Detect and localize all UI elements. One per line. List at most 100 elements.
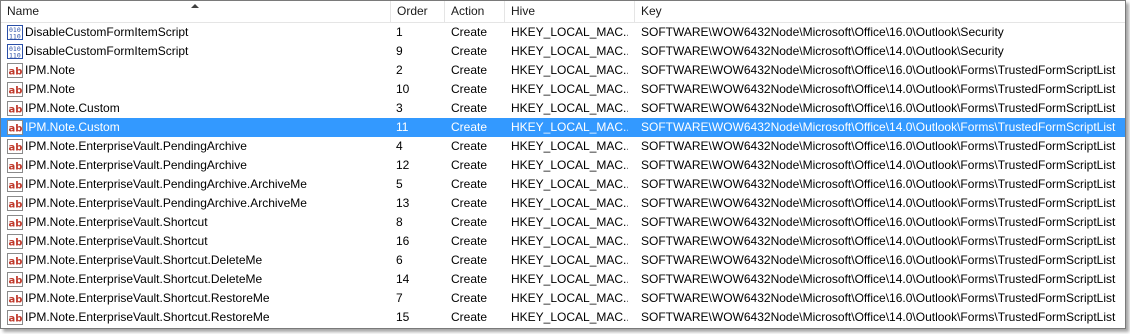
- row-order: 11: [396, 120, 409, 134]
- row-key: SOFTWARE\WOW6432Node\Microsoft\Office\16…: [641, 101, 1116, 115]
- row-key: SOFTWARE\WOW6432Node\Microsoft\Office\16…: [641, 253, 1116, 267]
- table-row[interactable]: ab IPM.Note 2 Create HKEY_LOCAL_MAC... SOFTWA…: [1, 61, 1125, 80]
- row-hive: HKEY_LOCAL_MAC...: [511, 63, 628, 77]
- table-row[interactable]: ab IPM.Note.EnterpriseVault.PendingArchiv…: [1, 156, 1125, 175]
- row-key: SOFTWARE\WOW6432Node\Microsoft\Office\14…: [641, 158, 1116, 172]
- svg-text:ab: ab: [9, 181, 23, 192]
- row-hive: HKEY_LOCAL_MAC...: [511, 44, 628, 58]
- row-name: IPM.Note.EnterpriseVault.Shortcut: [25, 215, 208, 229]
- registry-list-view: Name Order Action Hive Key 010 110 Disable…: [0, 0, 1126, 329]
- row-order: 16: [396, 234, 410, 248]
- row-order: 6: [396, 253, 403, 267]
- registry-string-icon: ab: [7, 101, 23, 116]
- column-header-hive[interactable]: Hive: [505, 1, 635, 22]
- table-row[interactable]: ab IPM.Note.EnterpriseVault.Shortcut.Rest…: [1, 289, 1125, 308]
- column-header-key-label: Key: [641, 4, 662, 18]
- row-hive: HKEY_LOCAL_MAC...: [511, 215, 628, 229]
- row-hive: HKEY_LOCAL_MAC...: [511, 82, 628, 96]
- svg-text:ab: ab: [9, 86, 23, 97]
- row-hive: HKEY_LOCAL_MAC...: [511, 25, 628, 39]
- row-order: 3: [396, 101, 403, 115]
- row-action: Create: [451, 253, 488, 267]
- table-row[interactable]: ab IPM.Note.EnterpriseVault.Shortcut 16 Cre…: [1, 232, 1125, 251]
- row-hive: HKEY_LOCAL_MAC...: [511, 310, 628, 324]
- table-row[interactable]: ab IPM.Note 10 Create HKEY_LOCAL_MAC... SOFTW…: [1, 80, 1125, 99]
- table-row[interactable]: 010 110 DisableCustomFormItemScript 9 Create…: [1, 42, 1125, 61]
- registry-string-icon: ab: [7, 158, 23, 173]
- table-row[interactable]: ab IPM.Note.EnterpriseVault.Shortcut 8 Crea…: [1, 213, 1125, 232]
- row-action: Create: [451, 158, 488, 172]
- column-header-key[interactable]: Key: [635, 1, 1125, 22]
- row-order: 15: [396, 310, 410, 324]
- table-row[interactable]: 010 110 DisableCustomFormItemScript 1 Create…: [1, 23, 1125, 42]
- registry-binary-icon: 010 110: [7, 25, 23, 40]
- row-order: 5: [396, 177, 403, 191]
- row-key: SOFTWARE\WOW6432Node\Microsoft\Office\14…: [641, 272, 1116, 286]
- table-row[interactable]: ab IPM.Note.EnterpriseVault.PendingArchiv…: [1, 175, 1125, 194]
- row-action: Create: [451, 291, 488, 305]
- svg-text:ab: ab: [9, 257, 23, 268]
- row-key: SOFTWARE\WOW6432Node\Microsoft\Office\16…: [641, 291, 1116, 305]
- row-key: SOFTWARE\WOW6432Node\Microsoft\Office\16…: [641, 215, 1116, 229]
- registry-string-icon: ab: [7, 196, 23, 211]
- svg-text:ab: ab: [9, 200, 23, 211]
- table-row[interactable]: ab IPM.Note.Custom 3 Create HKEY_LOCAL_MAC..…: [1, 99, 1125, 118]
- row-action: Create: [451, 272, 488, 286]
- registry-string-icon: ab: [7, 253, 23, 268]
- registry-binary-icon: 010 110: [7, 44, 23, 59]
- row-order: 2: [396, 63, 403, 77]
- table-row[interactable]: ab IPM.Note.EnterpriseVault.PendingArchiv…: [1, 194, 1125, 213]
- registry-string-icon: ab: [7, 120, 23, 135]
- svg-text:ab: ab: [9, 105, 23, 116]
- row-name: IPM.Note.EnterpriseVault.PendingArchive: [25, 139, 247, 153]
- row-name: IPM.Note.Custom: [25, 118, 387, 137]
- svg-text:ab: ab: [9, 124, 23, 135]
- row-name: IPM.Note.EnterpriseVault.Shortcut.Restor…: [25, 310, 270, 324]
- column-header-order[interactable]: Order: [391, 1, 445, 22]
- svg-text:110: 110: [9, 52, 21, 60]
- row-order: 4: [396, 139, 403, 153]
- registry-string-icon: ab: [7, 272, 23, 287]
- sort-ascending-icon: [191, 4, 199, 8]
- row-name: IPM.Note: [25, 63, 76, 77]
- row-key: SOFTWARE\WOW6432Node\Microsoft\Office\14…: [641, 120, 1116, 134]
- row-name: IPM.Note.EnterpriseVault.Shortcut.Delete…: [25, 253, 263, 267]
- row-order: 8: [396, 215, 403, 229]
- registry-string-icon: ab: [7, 139, 23, 154]
- row-order: 14: [396, 272, 410, 286]
- row-key: SOFTWARE\WOW6432Node\Microsoft\Office\14…: [641, 196, 1116, 210]
- row-hive: HKEY_LOCAL_MAC...: [511, 291, 628, 305]
- registry-string-icon: ab: [7, 82, 23, 97]
- registry-string-icon: ab: [7, 63, 23, 78]
- table-row[interactable]: ab IPM.Note.Custom 11 Create HKEY_LOCAL_MAC.…: [1, 118, 1125, 137]
- column-header-name[interactable]: Name: [1, 1, 391, 22]
- table-row[interactable]: ab IPM.Note.EnterpriseVault.Shortcut.Rest…: [1, 308, 1125, 327]
- row-name: IPM.Note.EnterpriseVault.PendingArchive.…: [25, 196, 307, 210]
- row-action: Create: [451, 25, 488, 39]
- registry-string-icon: ab: [7, 310, 23, 325]
- row-hive: HKEY_LOCAL_MAC...: [511, 272, 628, 286]
- row-hive: HKEY_LOCAL_MAC...: [511, 177, 628, 191]
- svg-text:ab: ab: [9, 143, 23, 154]
- row-hive: HKEY_LOCAL_MAC...: [511, 158, 628, 172]
- registry-string-icon: ab: [7, 177, 23, 192]
- row-action: Create: [451, 215, 488, 229]
- registry-string-icon: ab: [7, 215, 23, 230]
- column-header-name-label: Name: [7, 4, 40, 18]
- svg-text:ab: ab: [9, 67, 23, 78]
- row-order: 10: [396, 82, 410, 96]
- table-row[interactable]: ab IPM.Note.EnterpriseVault.Shortcut.Dele…: [1, 251, 1125, 270]
- column-header-action-label: Action: [451, 4, 485, 18]
- row-name: DisableCustomFormItemScript: [25, 25, 189, 39]
- row-name: IPM.Note.EnterpriseVault.Shortcut.Restor…: [25, 291, 270, 305]
- svg-text:ab: ab: [9, 219, 23, 230]
- row-hive: HKEY_LOCAL_MAC...: [511, 196, 628, 210]
- row-action: Create: [451, 196, 488, 210]
- column-header-action[interactable]: Action: [445, 1, 505, 22]
- svg-text:ab: ab: [9, 314, 23, 325]
- row-action: Create: [451, 101, 488, 115]
- svg-text:ab: ab: [9, 276, 23, 287]
- table-row[interactable]: ab IPM.Note.EnterpriseVault.PendingArchiv…: [1, 137, 1125, 156]
- row-action: Create: [451, 82, 488, 96]
- table-row[interactable]: ab IPM.Note.EnterpriseVault.Shortcut.Dele…: [1, 270, 1125, 289]
